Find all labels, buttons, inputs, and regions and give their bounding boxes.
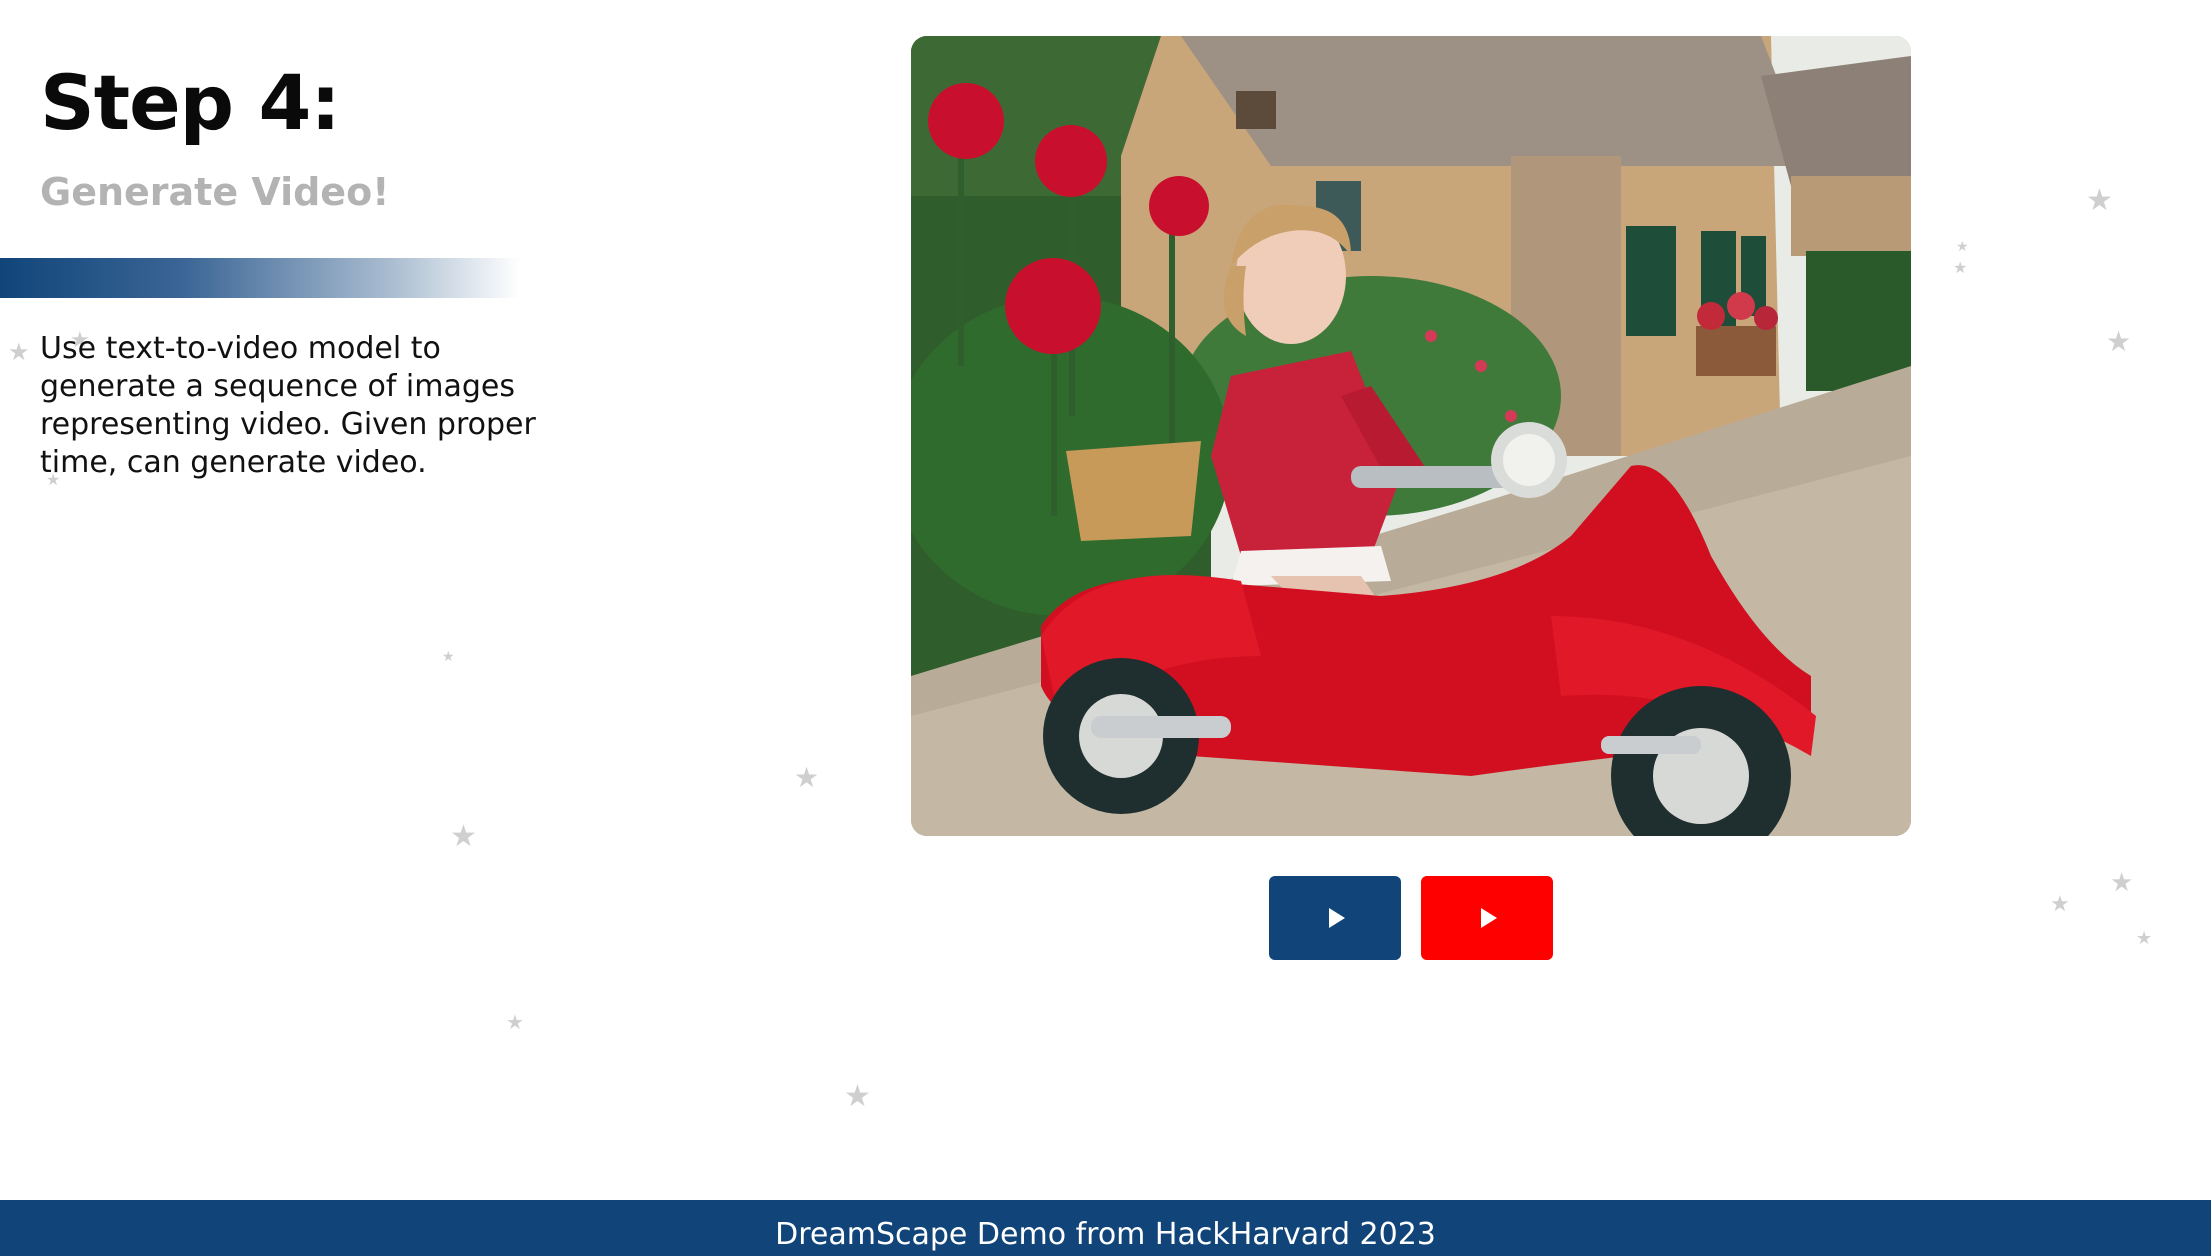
- youtube-button[interactable]: [1421, 876, 1553, 960]
- star-icon: ★: [2106, 325, 2132, 358]
- star-icon: ★: [8, 338, 30, 366]
- generated-video-frame: [911, 36, 1911, 836]
- play-button[interactable]: [1269, 876, 1401, 960]
- star-icon: ★: [1953, 258, 1968, 277]
- footer-text: DreamScape Demo from HackHarvard 2023: [775, 1216, 1436, 1252]
- slide: ★ ★ ★ ★ ★ ★ ★ ★ ★ ★ ★ ★ ★ ★ ★ Step 4: Ge…: [0, 0, 2211, 1256]
- star-icon: ★: [794, 761, 820, 794]
- star-icon: ★: [450, 819, 477, 854]
- star-icon: ★: [2110, 868, 2134, 898]
- generated-image: [911, 36, 1911, 836]
- star-icon: ★: [844, 1079, 871, 1114]
- step-description: Use text-to-video model to generate a se…: [40, 331, 536, 480]
- play-icon: [1329, 908, 1345, 928]
- accent-gradient-bar: [0, 258, 520, 298]
- youtube-play-icon: [1481, 908, 1497, 928]
- star-icon: ★: [2086, 183, 2113, 218]
- star-icon: ★: [1956, 239, 1969, 255]
- step-subtitle: Generate Video!: [40, 170, 390, 214]
- star-icon: ★: [506, 1010, 524, 1034]
- step-title: Step 4:: [40, 58, 341, 147]
- star-icon: ★: [442, 649, 455, 665]
- star-icon: ★: [2050, 892, 2070, 917]
- footer-bar: DreamScape Demo from HackHarvard 2023: [0, 1200, 2211, 1256]
- star-icon: ★: [2136, 928, 2153, 949]
